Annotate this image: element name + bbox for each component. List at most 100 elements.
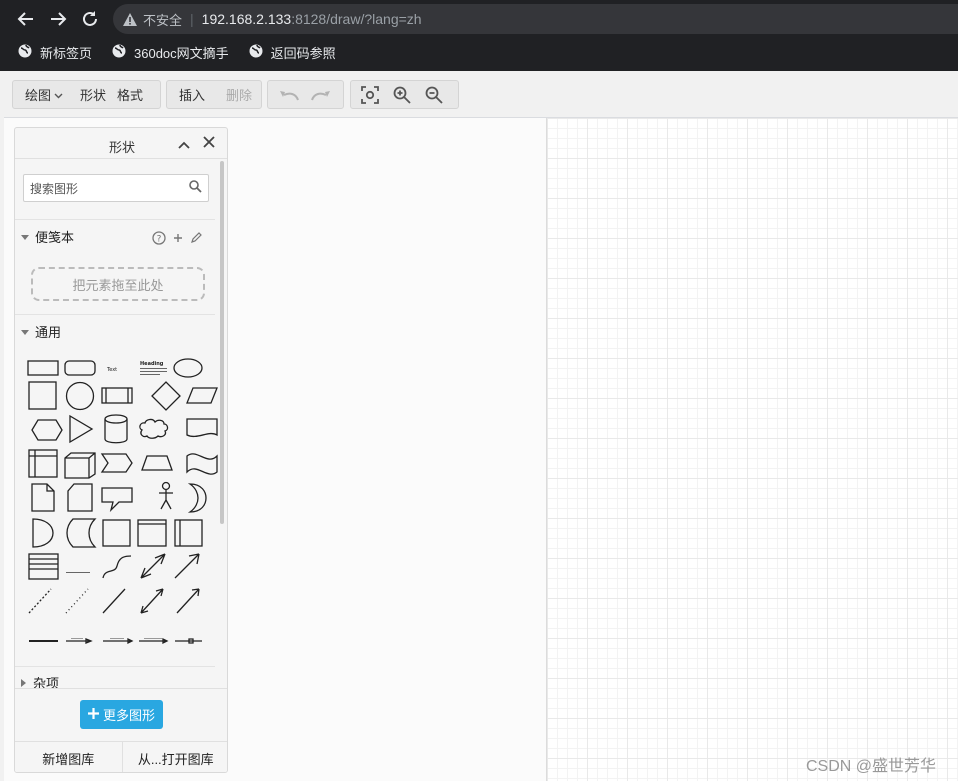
- insecure-label: 不安全: [143, 12, 183, 28]
- connector-with-symbol-shape: [175, 638, 202, 644]
- toolbar: 绘图 形状 格式 插入 删除: [4, 71, 958, 118]
- delete-button[interactable]: 删除: [212, 81, 259, 108]
- bookmark-label: 360doc网文摘手: [134, 45, 229, 61]
- insert-button[interactable]: 插入: [167, 81, 212, 108]
- add-icon[interactable]: [172, 232, 184, 247]
- diamond-shape: [151, 381, 181, 411]
- new-library-button[interactable]: 新增图库: [15, 742, 122, 772]
- format-button[interactable]: 格式: [113, 81, 150, 108]
- draw-menu-button[interactable]: 绘图: [13, 81, 70, 108]
- panel-header: 形状: [15, 128, 227, 159]
- rounded-rectangle-shape: [64, 360, 96, 376]
- triangle-down-icon: [21, 229, 29, 244]
- section-scratchpad[interactable]: 便笺本 ?: [15, 219, 215, 253]
- help-icon[interactable]: ?: [152, 231, 166, 248]
- hexagon-shape: [31, 419, 63, 441]
- pencil-icon[interactable]: [190, 232, 202, 247]
- watermark: CSDN @盛世芳华: [806, 758, 937, 775]
- directional-connector-shape: [176, 588, 200, 614]
- trapezoid-shape: [141, 455, 173, 471]
- tape-shape: [186, 453, 218, 475]
- or-shape: [187, 483, 207, 513]
- warning-icon: [123, 12, 137, 26]
- undo-icon[interactable]: [273, 81, 305, 108]
- list-shape: [28, 553, 59, 580]
- note-shape: [31, 483, 55, 512]
- container-shape: [102, 519, 131, 547]
- panel-footer: 更多图形 新增图库 从...打开图库: [15, 688, 228, 772]
- circle-shape: [65, 381, 95, 411]
- line-shape: [102, 588, 126, 614]
- back-icon[interactable]: [14, 7, 38, 31]
- connector-with-label-shape: [66, 638, 93, 644]
- search-input[interactable]: 搜索图形: [23, 174, 209, 202]
- entity-label-shape: [66, 572, 90, 573]
- document-shape: [186, 418, 218, 438]
- zoom-in-icon[interactable]: [386, 81, 418, 108]
- separator: |: [190, 11, 194, 27]
- toolbar-history-group: [267, 80, 344, 109]
- toolbar-view-group: [350, 80, 459, 109]
- more-shapes-label: 更多图形: [102, 708, 155, 723]
- open-library-button[interactable]: 从...打开图库: [121, 742, 228, 772]
- zoom-out-icon[interactable]: [418, 81, 450, 108]
- card-shape: [67, 483, 93, 512]
- bookmark-item[interactable]: 360doc网文摘手: [112, 43, 229, 62]
- chevron-down-icon: [54, 87, 63, 102]
- square-shape: [28, 381, 57, 410]
- toolbar-format-group: 绘图 形状 格式: [12, 80, 161, 109]
- textbox-shape: Heading: [140, 361, 164, 367]
- plus-icon: [87, 707, 99, 722]
- search-icon[interactable]: [189, 180, 202, 198]
- more-shapes-button[interactable]: 更多图形: [80, 700, 163, 729]
- bookmark-item[interactable]: 返回码参照: [249, 43, 336, 62]
- panel-title: 形状: [108, 140, 135, 155]
- dashed-line-shape: [28, 588, 52, 614]
- scratchpad-dropzone[interactable]: 把元素拖至此处: [31, 267, 205, 301]
- triangle-shape: [69, 414, 94, 444]
- step-shape: [100, 453, 133, 473]
- text-shape: Text: [106, 367, 117, 373]
- drawio-app: 绘图 形状 格式 插入 删除 形状 搜索图形 便笺本 ? 把元素拖至此处 通用 …: [4, 71, 958, 781]
- shapes-panel: 形状 搜索图形 便笺本 ? 把元素拖至此处 通用 Text Heading 杂项…: [14, 127, 228, 773]
- redo-icon[interactable]: [305, 81, 337, 108]
- bookmark-item[interactable]: 新标签页: [18, 43, 92, 62]
- globe-icon: [18, 44, 32, 61]
- shape-grid: Text Heading: [27, 358, 218, 645]
- bidirectional-arrow-shape: [140, 553, 166, 579]
- section-misc[interactable]: 杂项: [15, 666, 215, 691]
- drawing-canvas[interactable]: [546, 118, 958, 781]
- toolbar-edit-group: 插入 删除: [166, 80, 262, 109]
- general-label: 通用: [35, 325, 62, 340]
- bidirectional-connector-shape: [140, 588, 164, 614]
- url-path: :8128/draw/?lang=zh: [291, 11, 422, 27]
- url-host: 192.168.2.133: [201, 11, 292, 27]
- forward-icon[interactable]: [46, 7, 70, 31]
- svg-text:?: ?: [157, 235, 162, 245]
- bookmarks-bar: 新标签页 360doc网文摘手 返回码参照: [0, 40, 338, 64]
- collapse-icon[interactable]: [178, 136, 190, 154]
- rectangle-shape: [27, 360, 59, 376]
- parallelogram-shape: [186, 387, 218, 404]
- fit-page-icon[interactable]: [354, 81, 386, 108]
- actor-shape: [161, 481, 171, 491]
- connector-with-three-labels-shape: [139, 637, 169, 645]
- cloud-shape: [139, 418, 169, 439]
- swimlane-shape: [174, 519, 203, 547]
- internal-storage-shape: [28, 449, 58, 478]
- shape-button[interactable]: 形状: [70, 81, 113, 108]
- reload-icon[interactable]: [78, 7, 102, 31]
- scrollbar[interactable]: [220, 161, 224, 524]
- bookmark-label: 新标签页: [40, 45, 93, 61]
- arrow-shape: [174, 553, 200, 579]
- delay-shape: [32, 518, 54, 548]
- stored-data-shape: [66, 518, 97, 548]
- library-actions: 新增图库 从...打开图库: [15, 741, 228, 772]
- cube-shape: [64, 452, 96, 479]
- address-bar[interactable]: 不安全 | 192.168.2.133 :8128/draw/?lang=zh: [113, 4, 958, 34]
- bookmark-label: 返回码参照: [270, 45, 336, 61]
- close-icon[interactable]: [203, 135, 215, 153]
- scratchpad-label: 便笺本: [35, 230, 75, 245]
- globe-icon: [249, 44, 263, 61]
- section-general[interactable]: 通用: [15, 314, 215, 348]
